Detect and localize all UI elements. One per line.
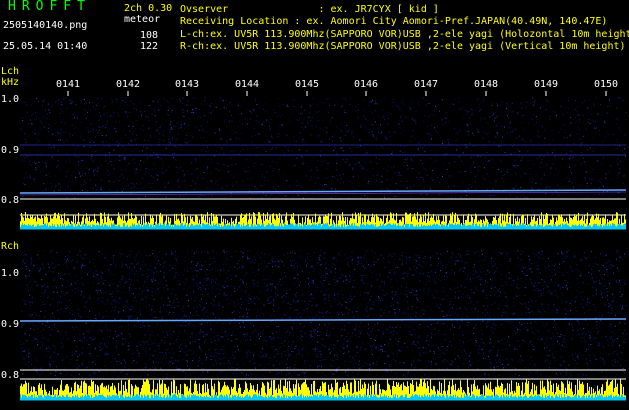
lch-freq-label: 1.0 <box>1 94 20 105</box>
rch-freq-label: 1.0 <box>1 268 20 279</box>
time-tick-label: 0143 <box>175 79 200 90</box>
time-tick-label: 0146 <box>354 79 379 90</box>
rch-level-bars <box>20 379 626 400</box>
spectrogram-canvas <box>19 91 627 401</box>
time-tick-label: 0148 <box>474 79 499 90</box>
rch-carrier-trace <box>19 318 627 322</box>
rch-noise <box>20 250 627 376</box>
time-tick-label: 0142 <box>116 79 141 90</box>
time-tick-label: 0144 <box>235 79 260 90</box>
lch-freq-label: 0.8 <box>1 195 20 206</box>
time-tick-label: 0141 <box>56 79 81 90</box>
rch-freq-label: 0.9 <box>1 319 20 330</box>
time-tick-label: 0145 <box>295 79 320 90</box>
time-tick-label: 0149 <box>534 79 559 90</box>
time-tick-label: 0150 <box>594 79 619 90</box>
lch-noise <box>20 97 627 199</box>
rch-freq-label: 0.8 <box>1 370 20 381</box>
lch-freq-label: 0.9 <box>1 145 20 156</box>
time-tick-label: 0147 <box>414 79 439 90</box>
